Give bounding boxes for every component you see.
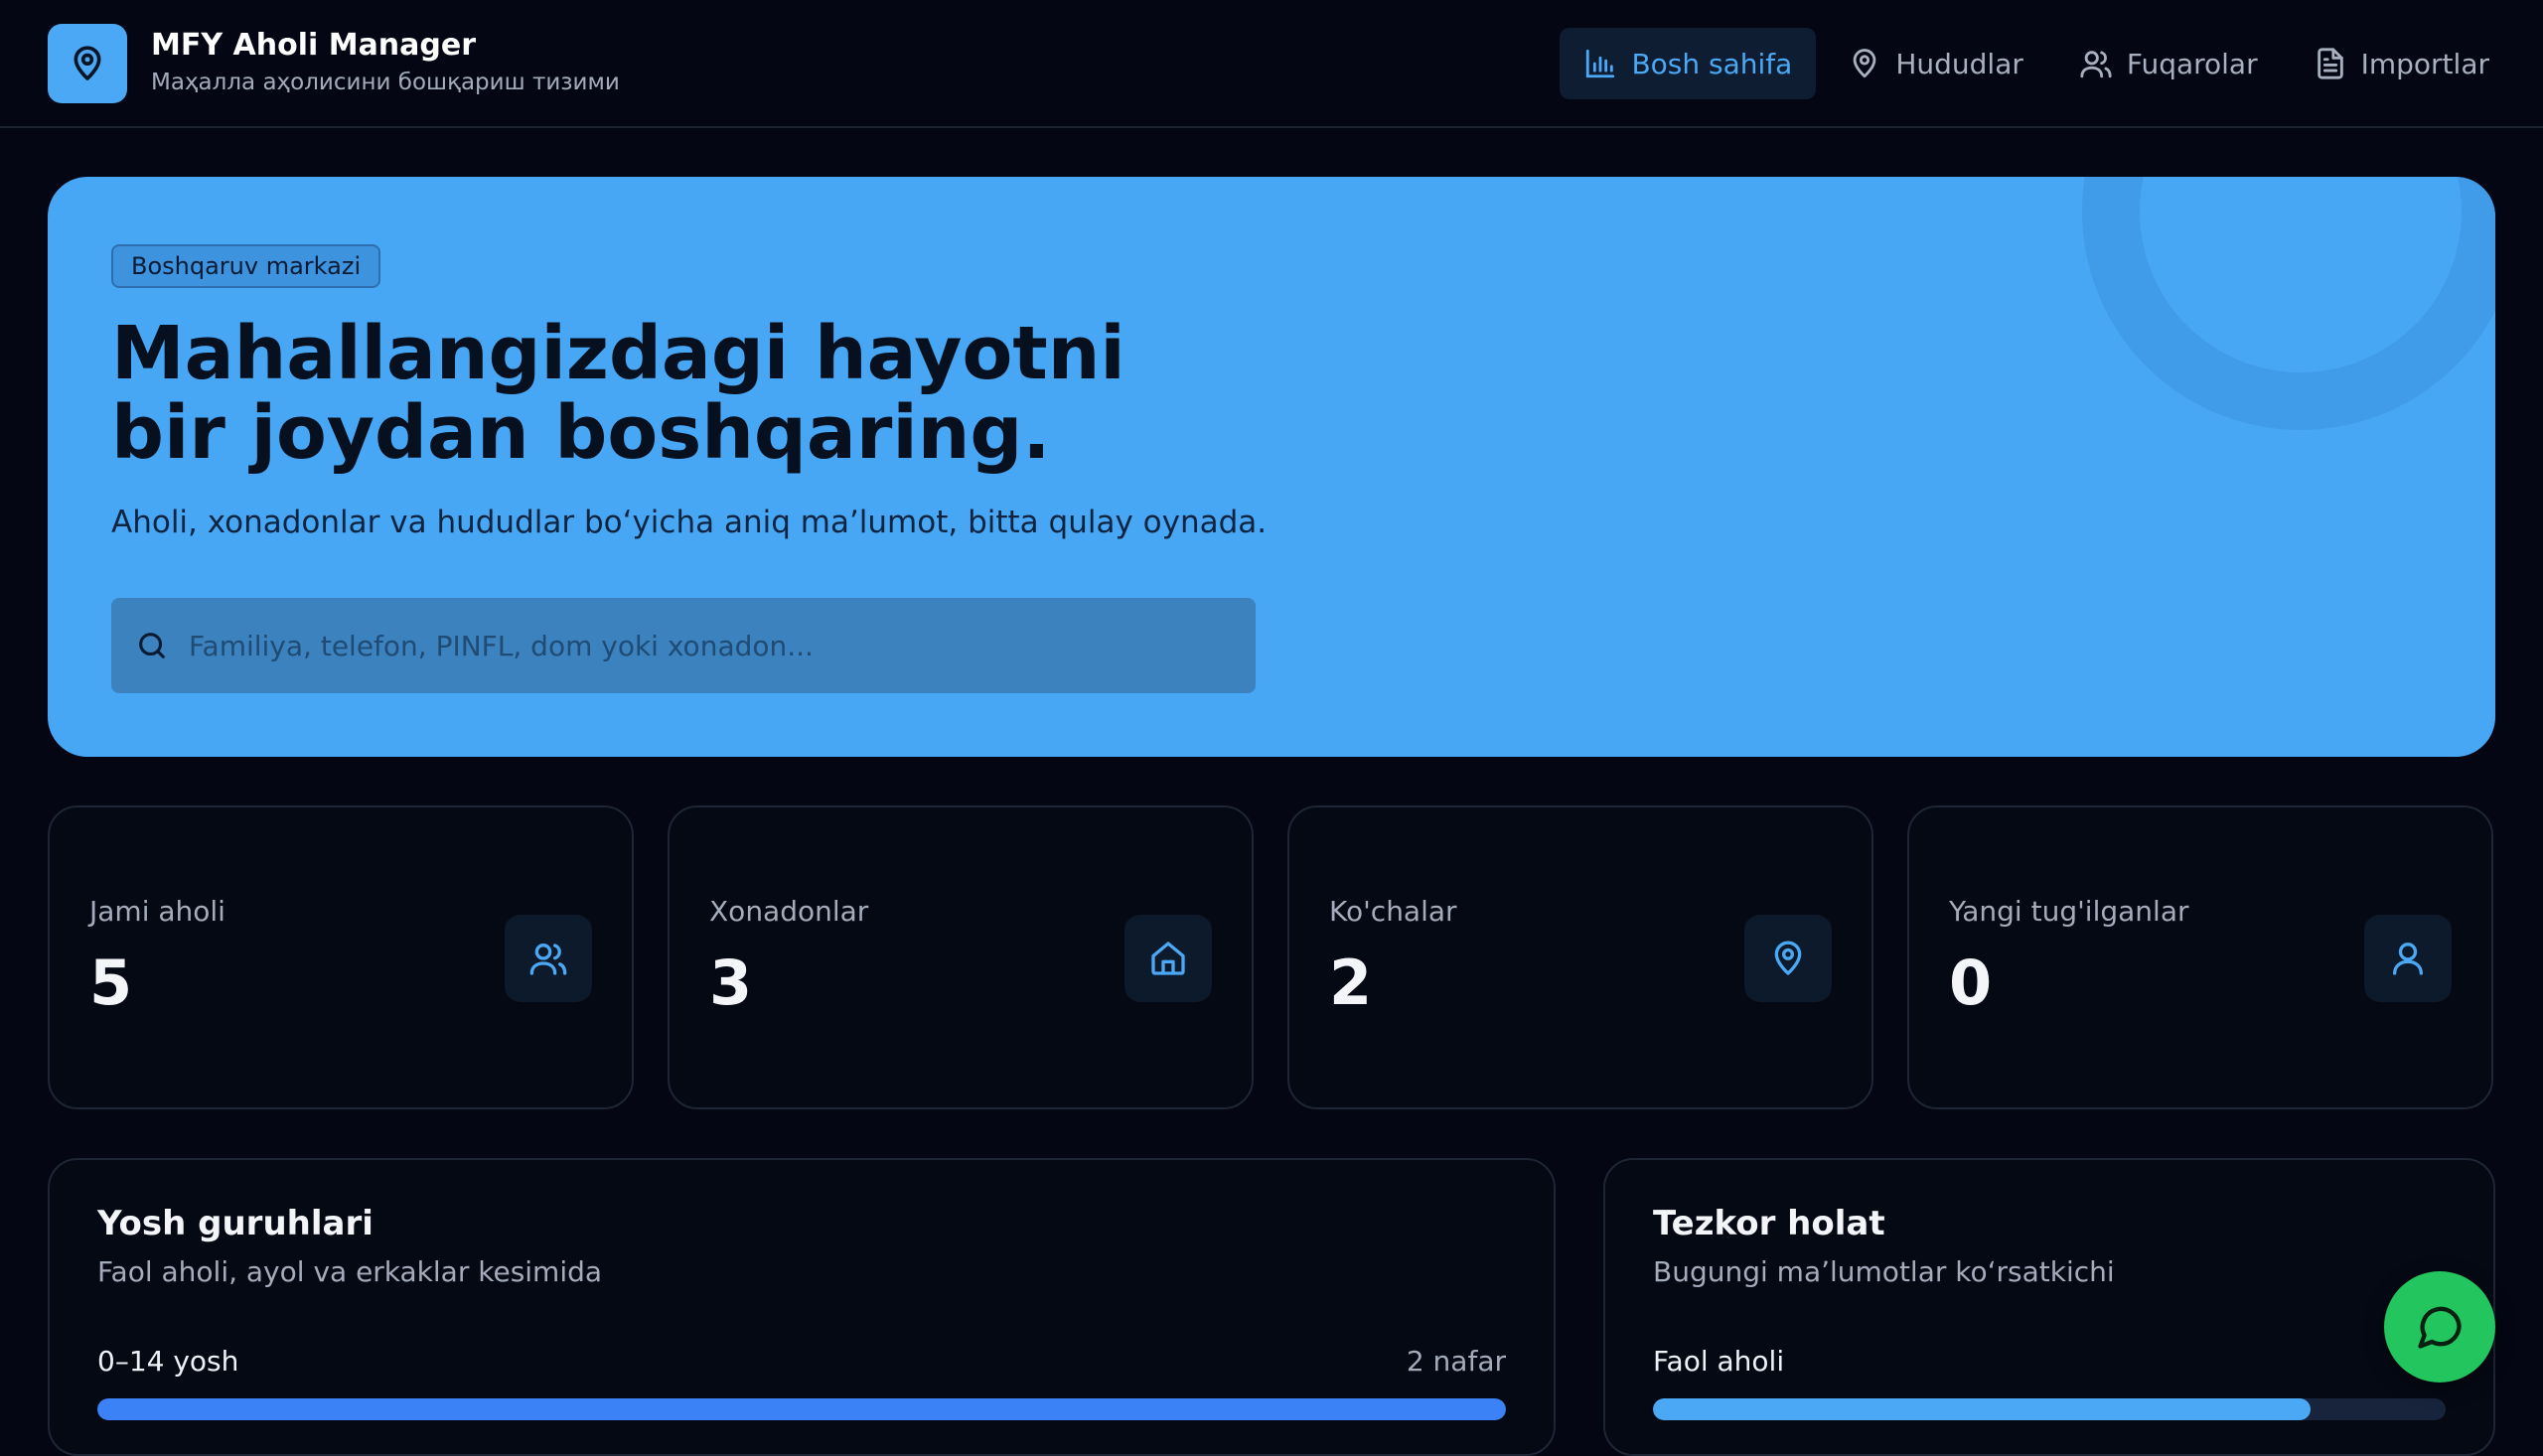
age-groups-panel: Yosh guruhlari Faol aholi, ayol va erkak… xyxy=(48,1158,1556,1456)
stat-icon-box xyxy=(1124,915,1212,1002)
stat-card-kochalar[interactable]: Ko'chalar 2 xyxy=(1287,805,1873,1109)
stat-value: 0 xyxy=(1949,946,1993,1019)
panel-title: Yosh guruhlari xyxy=(97,1204,374,1243)
map-pin-icon xyxy=(1774,941,1802,975)
stat-value: 5 xyxy=(89,946,133,1019)
age-group-progress-fill xyxy=(97,1398,1506,1420)
hero-title-line2: bir joydan boshqaring. xyxy=(111,390,1051,476)
age-group-count: 2 nafar xyxy=(1406,1345,1506,1378)
hero-title-line1: Mahallangizdagi hayotni xyxy=(111,311,1125,396)
stat-value: 3 xyxy=(709,946,753,1019)
stat-label: Xonadonlar xyxy=(709,895,869,928)
stat-label: Yangi tug'ilganlar xyxy=(1949,895,2189,928)
nav-item-label: Importlar xyxy=(2360,47,2489,80)
panel-title: Tezkor holat xyxy=(1653,1204,1885,1243)
hero-badge: Boshqaruv markazi xyxy=(111,244,381,288)
panel-subtitle: Faol aholi, ayol va erkaklar kesimida xyxy=(97,1255,603,1288)
status-progress-fill xyxy=(1653,1398,2312,1420)
map-pin-icon xyxy=(74,46,101,80)
search-input[interactable] xyxy=(189,629,1182,662)
main-nav: Bosh sahifa Hududlar Fuqarolar Importlar xyxy=(1560,28,2513,99)
nav-item-hududlar[interactable]: Hududlar xyxy=(1824,28,2047,99)
users-icon xyxy=(2080,51,2112,78)
bar-chart-icon xyxy=(1586,49,1615,78)
search-box[interactable] xyxy=(111,598,1256,693)
stat-icon-box xyxy=(2364,915,2452,1002)
home-icon xyxy=(1151,942,1185,975)
status-progress-track xyxy=(1653,1398,2446,1420)
hero-banner: Boshqaruv markazi Mahallangizdagi hayotn… xyxy=(48,177,2495,757)
age-group-progress-track xyxy=(97,1398,1506,1420)
stat-icon-box xyxy=(505,915,592,1002)
app-title: MFY Aholi Manager xyxy=(151,28,477,63)
decorative-ring xyxy=(2082,177,2495,430)
nav-item-bosh-sahifa[interactable]: Bosh sahifa xyxy=(1560,28,1817,99)
app-subtitle: Маҳалла аҳолисини бошқариш тизими xyxy=(151,70,620,95)
stat-icon-box xyxy=(1744,915,1832,1002)
stat-card-xonadonlar[interactable]: Xonadonlar 3 xyxy=(668,805,1254,1109)
quick-status-panel: Tezkor holat Bugungi maʼlumotlar koʻrsat… xyxy=(1603,1158,2495,1456)
stat-label: Jami aholi xyxy=(89,895,225,928)
stat-label: Ko'chalar xyxy=(1329,895,1457,928)
hero-title: Mahallangizdagi hayotni bir joydan boshq… xyxy=(111,314,1403,473)
nav-item-label: Fuqarolar xyxy=(2126,47,2258,80)
stat-value: 2 xyxy=(1329,946,1373,1019)
status-label: Faol aholi xyxy=(1653,1345,1785,1378)
user-icon xyxy=(2393,943,2423,975)
nav-item-fuqarolar[interactable]: Fuqarolar xyxy=(2055,28,2282,99)
document-icon xyxy=(2317,48,2343,79)
stat-card-jami-aholi[interactable]: Jami aholi 5 xyxy=(48,805,634,1109)
nav-item-label: Bosh sahifa xyxy=(1631,47,1793,80)
top-bar: MFY Aholi Manager Маҳалла аҳолисини бошқ… xyxy=(0,0,2543,128)
nav-item-label: Hududlar xyxy=(1895,47,2023,80)
search-icon xyxy=(139,633,165,658)
users-icon xyxy=(529,944,567,975)
stat-card-yangi-tugilganlar[interactable]: Yangi tug'ilganlar 0 xyxy=(1907,805,2493,1109)
nav-item-importlar[interactable]: Importlar xyxy=(2290,28,2513,99)
app-logo[interactable] xyxy=(48,24,127,103)
panel-subtitle: Bugungi maʼlumotlar koʻrsatkichi xyxy=(1653,1255,2115,1288)
age-group-label: 0–14 yosh xyxy=(97,1345,239,1378)
chat-bubble-icon xyxy=(2418,1306,2462,1349)
hero-subtitle: Aholi, xonadonlar va hududlar boʻyicha a… xyxy=(111,505,1268,540)
chat-button[interactable] xyxy=(2384,1271,2495,1383)
map-pin-icon xyxy=(1853,49,1876,78)
